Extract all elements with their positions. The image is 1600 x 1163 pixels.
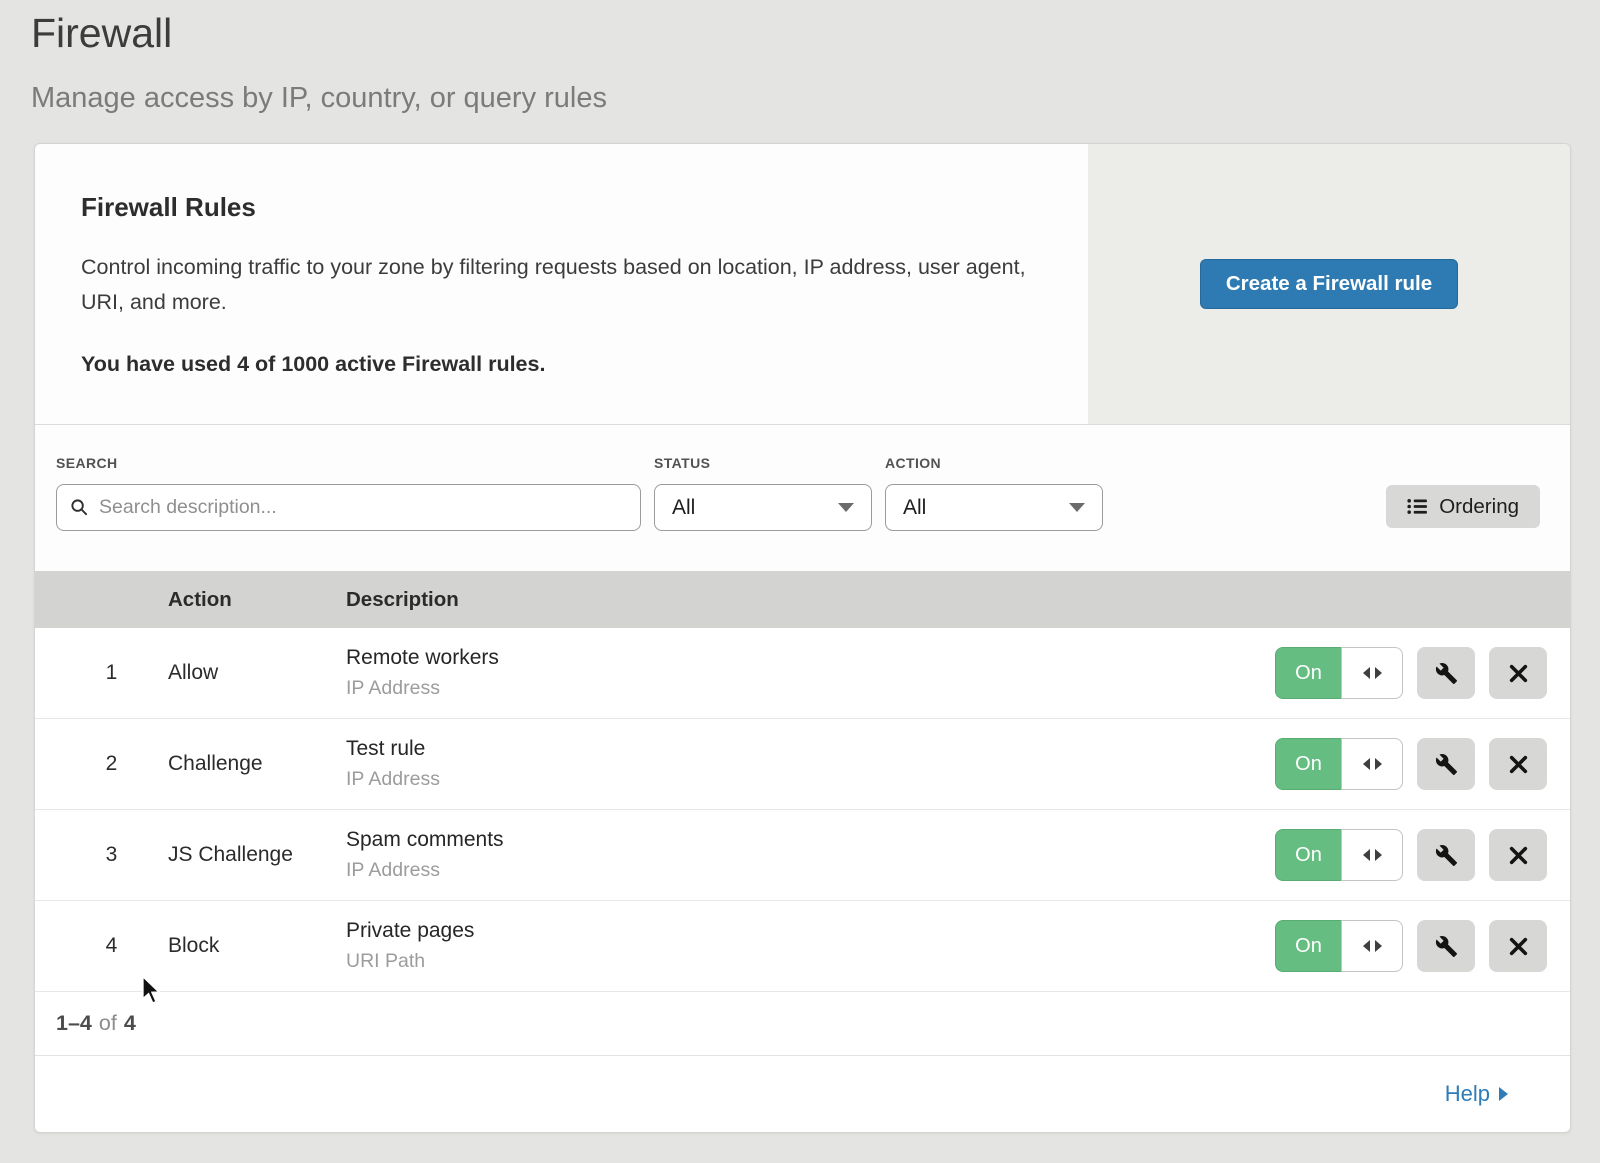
rule-enabled-toggle[interactable]: On [1275,647,1403,699]
rule-action: Allow [168,661,346,685]
ordering-button[interactable]: Ordering [1386,485,1540,528]
table-row: 2 Challenge Test rule IP Address On [35,719,1570,810]
page-title: Firewall [0,0,1600,57]
rule-enabled-toggle[interactable]: On [1275,920,1403,972]
search-icon [70,498,89,517]
pagination-range: 1–4 [56,1011,92,1036]
delete-rule-button[interactable] [1489,738,1547,790]
action-label: ACTION [885,455,1103,471]
toggle-on-label: On [1275,920,1341,972]
left-right-arrows-icon [1341,920,1403,972]
left-right-arrows-icon [1341,829,1403,881]
page-subtitle: Manage access by IP, country, or query r… [0,57,1600,115]
filter-bar: SEARCH STATUS All ACTION [35,425,1570,571]
rule-field: IP Address [346,768,1270,791]
action-filter-group: ACTION All [885,455,1103,531]
card-description: Control incoming traffic to your zone by… [81,250,1031,320]
column-header-action: Action [168,588,346,612]
action-select-value: All [903,496,926,520]
card-description-pane: Firewall Rules Control incoming traffic … [35,144,1088,424]
rule-controls: On [1270,738,1570,790]
rule-controls: On [1270,920,1570,972]
search-filter-group: SEARCH [56,455,641,531]
firewall-page: Firewall Manage access by IP, country, o… [0,0,1600,1163]
delete-rule-button[interactable] [1489,647,1547,699]
close-icon [1509,664,1528,683]
rule-action: Challenge [168,752,346,776]
wrench-icon [1435,662,1458,685]
action-select[interactable]: All [885,484,1103,531]
table-row: 3 JS Challenge Spam comments IP Address … [35,810,1570,901]
rule-description: Private pages [346,919,1270,943]
pagination: 1–4 of 4 [35,992,1570,1056]
chevron-down-icon [838,503,854,512]
rule-description-cell: Spam comments IP Address [346,828,1270,882]
toggle-on-label: On [1275,647,1341,699]
chevron-down-icon [1069,503,1085,512]
search-input[interactable] [99,496,627,519]
search-box[interactable] [56,484,641,531]
delete-rule-button[interactable] [1489,920,1547,972]
status-select[interactable]: All [654,484,872,531]
card-heading: Firewall Rules [81,192,1048,223]
cta-pane: Create a Firewall rule [1088,144,1570,424]
table-header: Action Description [35,571,1570,628]
pagination-total: 4 [124,1011,136,1036]
table-row: 4 Block Private pages URI Path On [35,901,1570,992]
edit-rule-button[interactable] [1417,829,1475,881]
rule-priority: 1 [35,661,168,685]
rule-description: Test rule [346,737,1270,761]
usage-text: You have used 4 of 1000 active Firewall … [81,352,1048,377]
rule-description-cell: Test rule IP Address [346,737,1270,791]
table-row: 1 Allow Remote workers IP Address On [35,628,1570,719]
ordering-button-label: Ordering [1439,495,1519,519]
rule-priority: 2 [35,752,168,776]
column-header-description: Description [346,588,1270,612]
arrow-right-icon [1499,1087,1508,1101]
status-label: STATUS [654,455,872,471]
rule-description-cell: Private pages URI Path [346,919,1270,973]
pagination-of: of [99,1011,117,1036]
rule-controls: On [1270,829,1570,881]
ordered-list-icon [1407,498,1428,515]
edit-rule-button[interactable] [1417,647,1475,699]
status-filter-group: STATUS All [654,455,872,531]
rule-enabled-toggle[interactable]: On [1275,829,1403,881]
wrench-icon [1435,844,1458,867]
help-row: Help [35,1056,1570,1132]
rule-field: IP Address [346,677,1270,700]
rule-priority: 3 [35,843,168,867]
close-icon [1509,846,1528,865]
rule-description: Spam comments [346,828,1270,852]
status-select-value: All [672,496,695,520]
rule-field: IP Address [346,859,1270,882]
left-right-arrows-icon [1341,738,1403,790]
create-firewall-rule-button[interactable]: Create a Firewall rule [1200,259,1458,309]
firewall-rules-card: Firewall Rules Control incoming traffic … [34,143,1571,1133]
delete-rule-button[interactable] [1489,829,1547,881]
help-link[interactable]: Help [1445,1081,1508,1107]
edit-rule-button[interactable] [1417,738,1475,790]
rule-action: Block [168,934,346,958]
rule-priority: 4 [35,934,168,958]
help-link-label: Help [1445,1081,1490,1107]
rule-description-cell: Remote workers IP Address [346,646,1270,700]
toggle-on-label: On [1275,738,1341,790]
rule-controls: On [1270,647,1570,699]
rule-description: Remote workers [346,646,1270,670]
rule-action: JS Challenge [168,843,346,867]
close-icon [1509,937,1528,956]
rule-enabled-toggle[interactable]: On [1275,738,1403,790]
toggle-on-label: On [1275,829,1341,881]
wrench-icon [1435,935,1458,958]
close-icon [1509,755,1528,774]
edit-rule-button[interactable] [1417,920,1475,972]
search-label: SEARCH [56,455,641,471]
card-top-section: Firewall Rules Control incoming traffic … [35,144,1570,425]
left-right-arrows-icon [1341,647,1403,699]
wrench-icon [1435,753,1458,776]
rule-field: URI Path [346,950,1270,973]
